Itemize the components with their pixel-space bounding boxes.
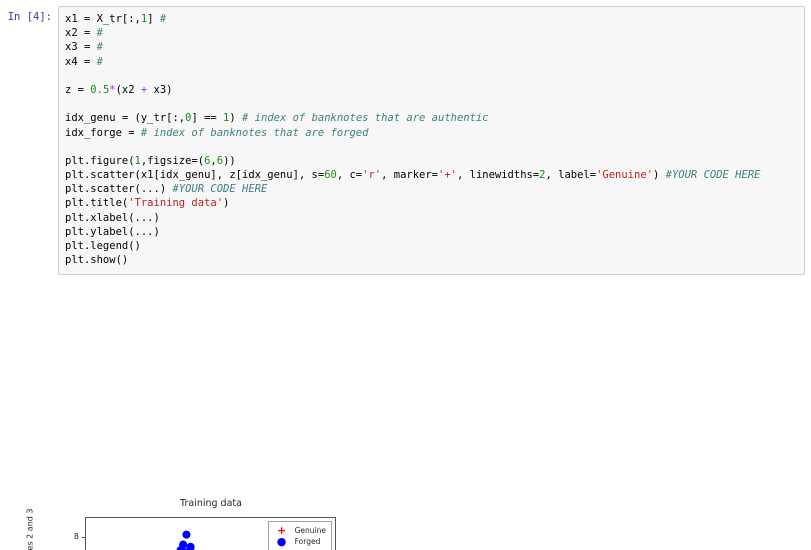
code-token: 'Training data' <box>128 197 224 210</box>
code-token: plt.scatter(x1[idx_genu], z[idx_genu], s… <box>65 169 325 182</box>
code-token: plt.figure( <box>65 154 135 167</box>
legend-label-genuine: Genuine <box>294 526 326 535</box>
code-line: plt.title('Training data') <box>65 196 798 210</box>
chart-title: Training data <box>180 498 242 509</box>
code-editor[interactable]: x1 = X_tr[:,1] # x2 = # x3 = # x4 = # z = 0… <box>58 6 805 276</box>
legend-item-forged: ● Forged <box>273 536 326 547</box>
code-token: 60 <box>324 169 337 182</box>
matplotlib-figure-output: Training data average of image fueatures… <box>0 246 420 550</box>
code-token: # index of banknotes that are authentic <box>242 112 489 125</box>
code-token: ,figsize=( <box>140 154 205 167</box>
code-token: plt.xlabel(...) <box>65 211 160 224</box>
code-token: # index of banknotes that are forged <box>140 126 369 139</box>
code-line: idx_genu = (y_tr[:,0] == 1) # index of b… <box>65 111 798 125</box>
code-line: plt.figure(1,figsize=(6,6)) <box>65 154 798 168</box>
code-token: #YOUR CODE HERE <box>172 183 268 196</box>
code-token: plt.scatter(...) <box>65 183 173 196</box>
code-token: (x2 <box>115 83 141 96</box>
y-tick-label: 8 <box>73 532 79 542</box>
code-line: plt.scatter(...) #YOUR CODE HERE <box>65 182 798 196</box>
code-token: 'Genuine' <box>596 169 653 182</box>
code-line: x2 = # <box>65 26 798 40</box>
notebook-page: In [4]: x1 = X_tr[:,1] # x2 = # x3 = # x4 =… <box>0 0 811 550</box>
cell-prompt-label: In [4]: <box>7 11 52 23</box>
code-line: x4 = # <box>65 55 798 69</box>
code-token: # <box>96 27 103 40</box>
code-token: , c= <box>336 169 363 182</box>
code-token: ) <box>223 197 230 210</box>
code-token: 0.5 <box>90 83 110 96</box>
circle-marker-icon: ● <box>276 535 287 548</box>
notebook-input-cell: In [4]: x1 = X_tr[:,1] # x2 = # x3 = # x4 =… <box>0 6 811 276</box>
code-token: x3) <box>147 83 173 96</box>
code-token: x4 = <box>65 55 97 68</box>
code-line: plt.scatter(x1[idx_genu], z[idx_genu], s… <box>65 168 798 182</box>
chart-legend: + Genuine ● Forged <box>267 521 332 550</box>
code-token: #YOUR CODE HERE <box>665 169 761 182</box>
code-token: ) <box>652 169 666 182</box>
code-line: plt.xlabel(...) <box>65 211 798 225</box>
code-token: plt.title( <box>65 197 129 210</box>
code-token: # <box>96 55 103 68</box>
code-line: idx_forge = # index of banknotes that ar… <box>65 126 798 140</box>
code-token: ] <box>147 13 160 25</box>
code-token: # <box>96 41 103 54</box>
chart-y-axis-label: average of image fueatures 2 and 3 <box>26 491 35 550</box>
code-token: 'r' <box>362 169 382 182</box>
code-token: x2 = <box>65 27 97 40</box>
code-line: x1 = X_tr[:,1] # <box>65 12 798 26</box>
code-token: # <box>159 13 167 25</box>
code-token: , marker= <box>381 169 439 182</box>
code-token: idx_genu = (y_tr[:, <box>65 112 186 125</box>
code-line: plt.ylabel(...) <box>65 225 798 239</box>
code-token: x3 = <box>65 41 97 54</box>
code-token: , linewidths= <box>456 169 540 182</box>
chart-plot-area: + Genuine ● Forged <box>85 517 336 550</box>
code-token: ] == <box>191 112 224 125</box>
code-line: z = 0.5*(x2 + x3) <box>65 83 798 97</box>
code-token: x1 = X_tr[:, <box>65 13 141 25</box>
code-token: )) <box>223 154 236 167</box>
code-token: ) <box>229 112 243 125</box>
code-token: , label= <box>545 169 597 182</box>
code-token: z = <box>65 83 91 96</box>
code-token: '+' <box>438 169 457 182</box>
code-line: x3 = # <box>65 40 798 54</box>
legend-label-forged: Forged <box>294 537 321 546</box>
code-token: plt.ylabel(...) <box>65 225 160 238</box>
code-token: idx_forge = <box>65 126 141 139</box>
